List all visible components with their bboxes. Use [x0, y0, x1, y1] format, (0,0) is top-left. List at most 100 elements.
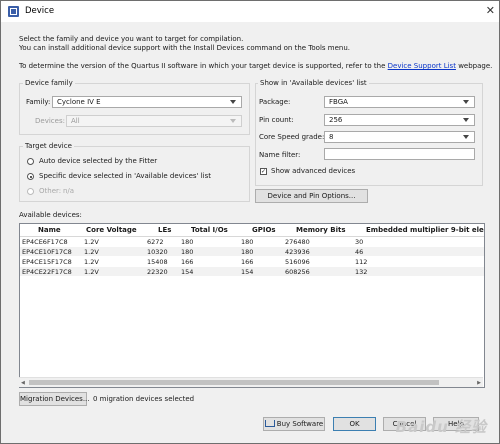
table-cell: 30: [355, 237, 364, 246]
auto-device-radio[interactable]: [27, 158, 34, 165]
ok-button[interactable]: OK: [333, 417, 376, 431]
speed-grade-select[interactable]: 8: [324, 131, 475, 143]
cart-icon: [264, 420, 275, 427]
intro-line-3-prefix: To determine the version of the Quartus …: [19, 62, 386, 70]
table-cell: 22320: [147, 267, 168, 276]
buy-software-button[interactable]: Buy Software: [263, 417, 325, 431]
pin-count-label: Pin count:: [259, 116, 294, 124]
buy-software-label: Buy Software: [276, 420, 324, 428]
device-app-icon: [8, 6, 19, 17]
table-cell: EP4CE15F17C8: [22, 257, 72, 266]
table-cell: 132: [355, 267, 368, 276]
scrollbar-thumb[interactable]: [29, 380, 439, 385]
other-device-label: Other:: [39, 187, 62, 195]
device-pin-options-button[interactable]: Device and Pin Options...: [255, 189, 368, 203]
table-cell: 423936: [285, 247, 310, 256]
device-support-list-link[interactable]: Device Support List: [388, 62, 456, 70]
intro-line-3-suffix: webpage.: [458, 62, 493, 70]
table-row[interactable]: EP4CE15F17C8 1.2V 15408 166 166 516096 1…: [20, 257, 484, 266]
table-cell: 166: [241, 257, 254, 266]
column-header[interactable]: Embedded multiplier 9-bit ele: [366, 226, 484, 234]
devices-select-value: All: [71, 117, 80, 125]
package-select-value: FBGA: [329, 98, 348, 106]
table-cell: EP4CE6F17C8: [22, 237, 68, 246]
pin-count-select-value: 256: [329, 116, 343, 124]
table-cell: 154: [241, 267, 254, 276]
show-advanced-checkbox[interactable]: ✓: [260, 168, 267, 175]
device-family-group-label: Device family: [23, 79, 75, 87]
column-header[interactable]: Memory Bits: [296, 226, 346, 234]
family-select[interactable]: Cyclone IV E: [52, 96, 242, 108]
table-cell: 180: [241, 247, 254, 256]
table-cell: 166: [181, 257, 194, 266]
show-advanced-label[interactable]: Show advanced devices: [271, 167, 355, 175]
show-in-list-group-label: Show in 'Available devices' list: [258, 79, 369, 87]
table-cell: 154: [181, 267, 194, 276]
window-title: Device: [25, 6, 55, 16]
table-cell: 1.2V: [84, 257, 99, 266]
chevron-down-icon: [230, 119, 236, 123]
speed-grade-label: Core Speed grade:: [259, 133, 325, 141]
scroll-right-icon[interactable]: ▶: [477, 380, 481, 386]
table-cell: 15408: [147, 257, 168, 266]
column-header[interactable]: LEs: [158, 226, 171, 234]
table-cell: 180: [241, 237, 254, 246]
device-dialog: Device ✕ Select the family and device yo…: [0, 0, 500, 444]
table-row[interactable]: EP4CE22F17C8 1.2V 22320 154 154 608256 1…: [20, 267, 484, 276]
watermark: Baidu 经验: [395, 418, 487, 436]
table-cell: 6272: [147, 237, 164, 246]
table-header: Name Core Voltage LEs Total I/Os GPIOs M…: [20, 224, 484, 237]
table-cell: 112: [355, 257, 368, 266]
specific-device-radio[interactable]: [27, 173, 34, 180]
other-device-value: n/a: [63, 187, 75, 195]
table-cell: EP4CE10F17C8: [22, 247, 72, 256]
table-cell: EP4CE22F17C8: [22, 267, 72, 276]
column-header[interactable]: Core Voltage: [86, 226, 137, 234]
other-device-radio[interactable]: [27, 188, 34, 195]
chevron-down-icon: [463, 100, 469, 104]
table-cell: 608256: [285, 267, 310, 276]
auto-device-label[interactable]: Auto device selected by the Fitter: [39, 157, 157, 165]
table-cell: 180: [181, 237, 194, 246]
column-header[interactable]: Total I/Os: [191, 226, 228, 234]
chevron-down-icon: [230, 100, 236, 104]
horizontal-scrollbar[interactable]: ◀ ▶: [19, 377, 483, 387]
title-bar: Device ✕: [1, 1, 499, 22]
available-devices-label: Available devices:: [19, 211, 82, 219]
intro-line-2: You can install additional device suppor…: [19, 44, 350, 52]
table-cell: 1.2V: [84, 247, 99, 256]
table-row[interactable]: EP4CE10F17C8 1.2V 10320 180 180 423936 4…: [20, 247, 484, 256]
name-filter-input[interactable]: [324, 148, 475, 160]
table-cell: 1.2V: [84, 237, 99, 246]
speed-grade-select-value: 8: [329, 133, 334, 141]
package-label: Package:: [259, 98, 291, 106]
close-icon[interactable]: ✕: [486, 4, 495, 17]
specific-device-label[interactable]: Specific device selected in 'Available d…: [39, 172, 211, 180]
table-cell: 10320: [147, 247, 168, 256]
column-header[interactable]: Name: [38, 226, 61, 234]
device-family-group: [19, 83, 250, 135]
pin-count-select[interactable]: 256: [324, 114, 475, 126]
target-device-group-label: Target device: [23, 142, 74, 150]
devices-select[interactable]: All: [66, 115, 242, 127]
scroll-left-icon[interactable]: ◀: [21, 380, 25, 386]
intro-line-1: Select the family and device you want to…: [19, 35, 244, 43]
available-devices-table[interactable]: Name Core Voltage LEs Total I/Os GPIOs M…: [19, 223, 485, 388]
table-cell: 46: [355, 247, 364, 256]
migration-status: 0 migration devices selected: [93, 395, 195, 403]
table-cell: 516096: [285, 257, 310, 266]
migration-devices-button[interactable]: Migration Devices...: [19, 392, 90, 406]
name-filter-label: Name filter:: [259, 151, 301, 159]
family-label: Family:: [26, 98, 51, 106]
chevron-down-icon: [463, 135, 469, 139]
table-row[interactable]: EP4CE6F17C8 1.2V 6272 180 180 276480 30: [20, 237, 484, 246]
package-select[interactable]: FBGA: [324, 96, 475, 108]
table-cell: 276480: [285, 237, 310, 246]
chevron-down-icon: [463, 118, 469, 122]
devices-label: Devices:: [35, 117, 65, 125]
table-cell: 1.2V: [84, 267, 99, 276]
family-select-value: Cyclone IV E: [57, 98, 101, 106]
table-cell: 180: [181, 247, 194, 256]
column-header[interactable]: GPIOs: [252, 226, 276, 234]
intro-line-3: To determine the version of the Quartus …: [19, 62, 492, 70]
